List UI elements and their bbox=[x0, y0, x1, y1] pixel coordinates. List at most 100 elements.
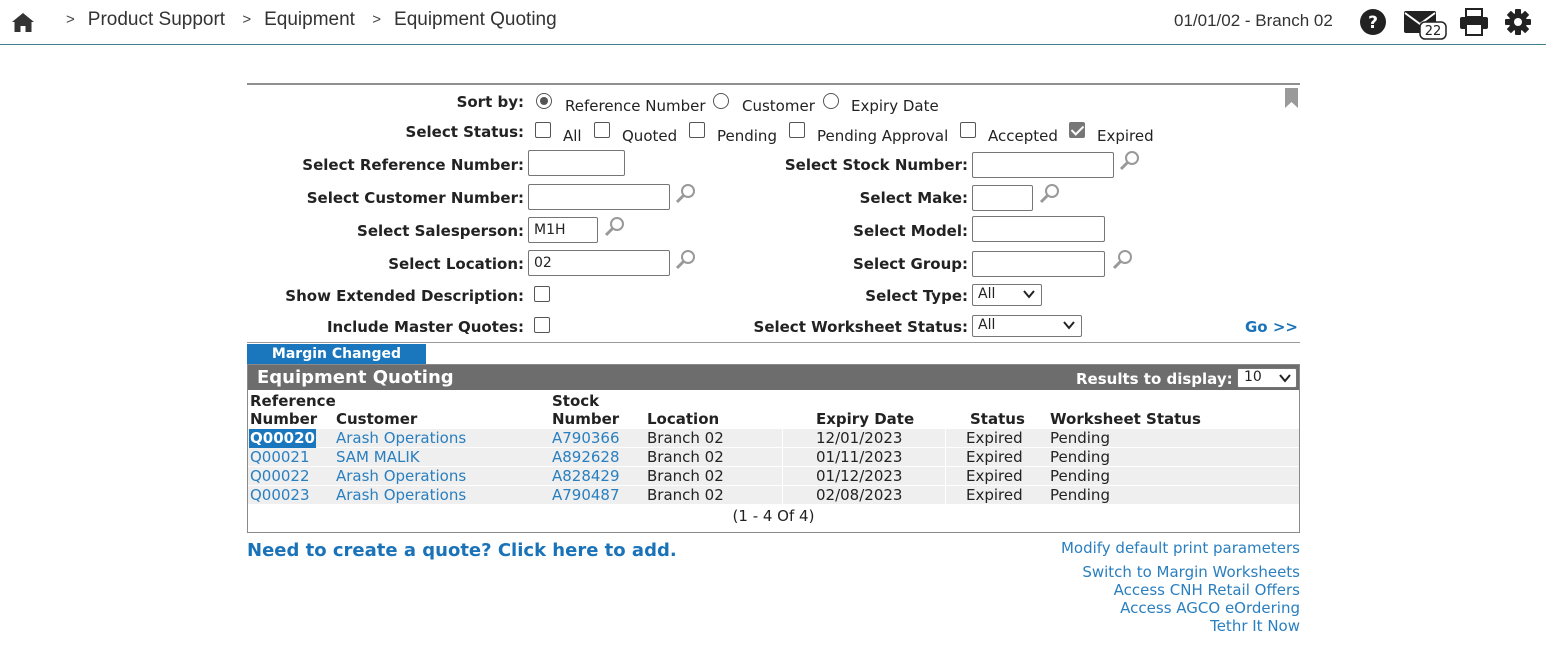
status-expired-checkbox[interactable] bbox=[1069, 122, 1085, 138]
reference-link[interactable]: Q00022 bbox=[250, 467, 310, 486]
master-quotes-checkbox[interactable] bbox=[534, 317, 550, 333]
column-header-stock[interactable]: Stock Number bbox=[552, 392, 619, 428]
worksheet-status-cell: Pending bbox=[1050, 467, 1110, 485]
stock-search-icon[interactable] bbox=[1119, 149, 1141, 171]
stock-number-label: Select Stock Number: bbox=[784, 156, 968, 174]
expiry-cell: 01/11/2023 bbox=[816, 448, 903, 466]
go-button[interactable]: Go >> bbox=[1245, 318, 1298, 336]
agco-eordering-link[interactable]: Access AGCO eOrdering bbox=[1061, 599, 1300, 617]
customer-link[interactable]: Arash Operations bbox=[336, 467, 466, 486]
column-header-status[interactable]: Status bbox=[970, 410, 1025, 428]
sort-reference-radio[interactable] bbox=[536, 93, 552, 109]
sort-customer-radio[interactable] bbox=[713, 93, 729, 109]
customer-search-icon[interactable] bbox=[675, 182, 697, 204]
worksheet-status-cell: Pending bbox=[1050, 486, 1110, 504]
customer-link[interactable]: Arash Operations bbox=[336, 429, 466, 448]
breadcrumb-separator: > bbox=[372, 11, 382, 28]
location-cell: Branch 02 bbox=[647, 448, 724, 466]
location-input[interactable]: 02 bbox=[528, 250, 670, 276]
chevron-down-icon bbox=[1063, 321, 1075, 330]
status-cell: Expired bbox=[966, 448, 1023, 466]
column-header-stock-line2: Number bbox=[552, 410, 620, 428]
tethr-it-now-link[interactable]: Tethr It Now bbox=[1061, 617, 1300, 635]
customer-number-input[interactable] bbox=[528, 184, 670, 210]
expiry-cell: 12/01/2023 bbox=[816, 429, 903, 447]
worksheet-status-select[interactable]: All bbox=[972, 315, 1082, 337]
status-quoted-checkbox[interactable] bbox=[594, 122, 610, 138]
add-quote-link[interactable]: Need to create a quote? Click here to ad… bbox=[247, 540, 677, 561]
top-bar: > Product Support > Equipment > Equipment Q… bbox=[0, 0, 1546, 45]
filter-panel: Sort by: Reference Number Customer Expir… bbox=[247, 83, 1300, 343]
column-header-worksheet-status[interactable]: Worksheet Status bbox=[1050, 410, 1201, 428]
sort-reference-label: Reference Number bbox=[565, 97, 706, 115]
reference-link[interactable]: Q00021 bbox=[250, 448, 310, 467]
column-header-location[interactable]: Location bbox=[647, 410, 719, 428]
customer-link[interactable]: SAM MALIK bbox=[336, 448, 420, 467]
home-icon[interactable] bbox=[11, 11, 35, 33]
stock-link[interactable]: A828429 bbox=[552, 467, 620, 486]
print-icon[interactable] bbox=[1459, 8, 1489, 36]
stock-link[interactable]: A790487 bbox=[552, 486, 620, 505]
worksheet-status-label: Select Worksheet Status: bbox=[753, 318, 968, 336]
location-cell: Branch 02 bbox=[647, 486, 724, 504]
stock-link[interactable]: A892628 bbox=[552, 448, 620, 467]
status-cell: Expired bbox=[966, 429, 1023, 447]
gear-icon[interactable] bbox=[1504, 8, 1532, 36]
group-search-icon[interactable] bbox=[1112, 248, 1134, 270]
reference-number-label: Select Reference Number: bbox=[302, 156, 524, 174]
location-search-icon[interactable] bbox=[675, 248, 697, 270]
status-all-checkbox[interactable] bbox=[535, 122, 551, 138]
extended-description-checkbox[interactable] bbox=[534, 286, 550, 302]
customer-link[interactable]: Arash Operations bbox=[336, 486, 466, 505]
grid-header: Equipment Quoting Results to display: 10 bbox=[248, 365, 1299, 390]
status-accepted-label: Accepted bbox=[988, 127, 1058, 145]
mail-icon[interactable]: 22 bbox=[1403, 8, 1447, 40]
expiry-cell: 02/08/2023 bbox=[816, 486, 903, 504]
extended-description-label: Show Extended Description: bbox=[285, 287, 524, 305]
column-header-reference-line1: Reference bbox=[250, 392, 336, 410]
make-search-icon[interactable] bbox=[1039, 182, 1061, 204]
stock-link[interactable]: A790366 bbox=[552, 429, 620, 448]
breadcrumb-separator: > bbox=[242, 11, 252, 28]
table-row: Q00020 Arash Operations A790366 Branch 0… bbox=[248, 429, 1299, 448]
group-input[interactable] bbox=[972, 251, 1105, 277]
column-header-customer[interactable]: Customer bbox=[336, 410, 417, 428]
type-select[interactable]: All bbox=[972, 284, 1042, 306]
salesperson-label: Select Salesperson: bbox=[357, 222, 524, 240]
reference-link[interactable]: Q00023 bbox=[250, 486, 310, 505]
chevron-down-icon bbox=[1279, 374, 1291, 383]
tab-margin-changed[interactable]: Margin Changed bbox=[247, 344, 426, 364]
chevron-down-icon bbox=[1023, 290, 1035, 299]
worksheet-status-cell: Pending bbox=[1050, 448, 1110, 466]
model-input[interactable] bbox=[972, 216, 1105, 242]
column-header-reference-line2: Number bbox=[250, 410, 318, 428]
stock-number-input[interactable] bbox=[972, 152, 1114, 178]
results-to-display-select[interactable]: 10 bbox=[1237, 368, 1297, 388]
column-header-reference[interactable]: Reference Number bbox=[250, 392, 336, 428]
reference-number-input[interactable] bbox=[528, 150, 625, 176]
breadcrumb-equipment[interactable]: Equipment bbox=[264, 9, 355, 30]
status-quoted-label: Quoted bbox=[622, 127, 678, 145]
make-input[interactable] bbox=[972, 185, 1033, 211]
status-pending-approval-label: Pending Approval bbox=[817, 127, 949, 145]
results-to-display-value: 10 bbox=[1244, 369, 1262, 385]
location-cell: Branch 02 bbox=[647, 467, 724, 485]
reference-link[interactable]: Q00020 bbox=[249, 429, 316, 448]
breadcrumb-product-support[interactable]: Product Support bbox=[88, 9, 225, 30]
breadcrumb: > Product Support > Equipment > Equipment Q… bbox=[66, 9, 569, 31]
help-icon[interactable]: ? bbox=[1359, 8, 1387, 36]
salesperson-input[interactable]: M1H bbox=[528, 217, 598, 243]
quotes-grid: Equipment Quoting Results to display: 10… bbox=[247, 364, 1300, 533]
column-header-expiry[interactable]: Expiry Date bbox=[816, 410, 914, 428]
margin-worksheets-link[interactable]: Switch to Margin Worksheets bbox=[1061, 563, 1300, 581]
status-pending-approval-checkbox[interactable] bbox=[789, 122, 805, 138]
make-label: Select Make: bbox=[859, 189, 968, 207]
print-parameters-link[interactable]: Modify default print parameters bbox=[1061, 539, 1300, 557]
svg-text:?: ? bbox=[1368, 13, 1378, 33]
cnh-retail-offers-link[interactable]: Access CNH Retail Offers bbox=[1061, 581, 1300, 599]
sort-expiry-radio[interactable] bbox=[823, 93, 839, 109]
status-accepted-checkbox[interactable] bbox=[960, 122, 976, 138]
status-pending-checkbox[interactable] bbox=[689, 122, 705, 138]
salesperson-search-icon[interactable] bbox=[604, 215, 626, 237]
bookmark-icon[interactable] bbox=[1285, 88, 1298, 108]
